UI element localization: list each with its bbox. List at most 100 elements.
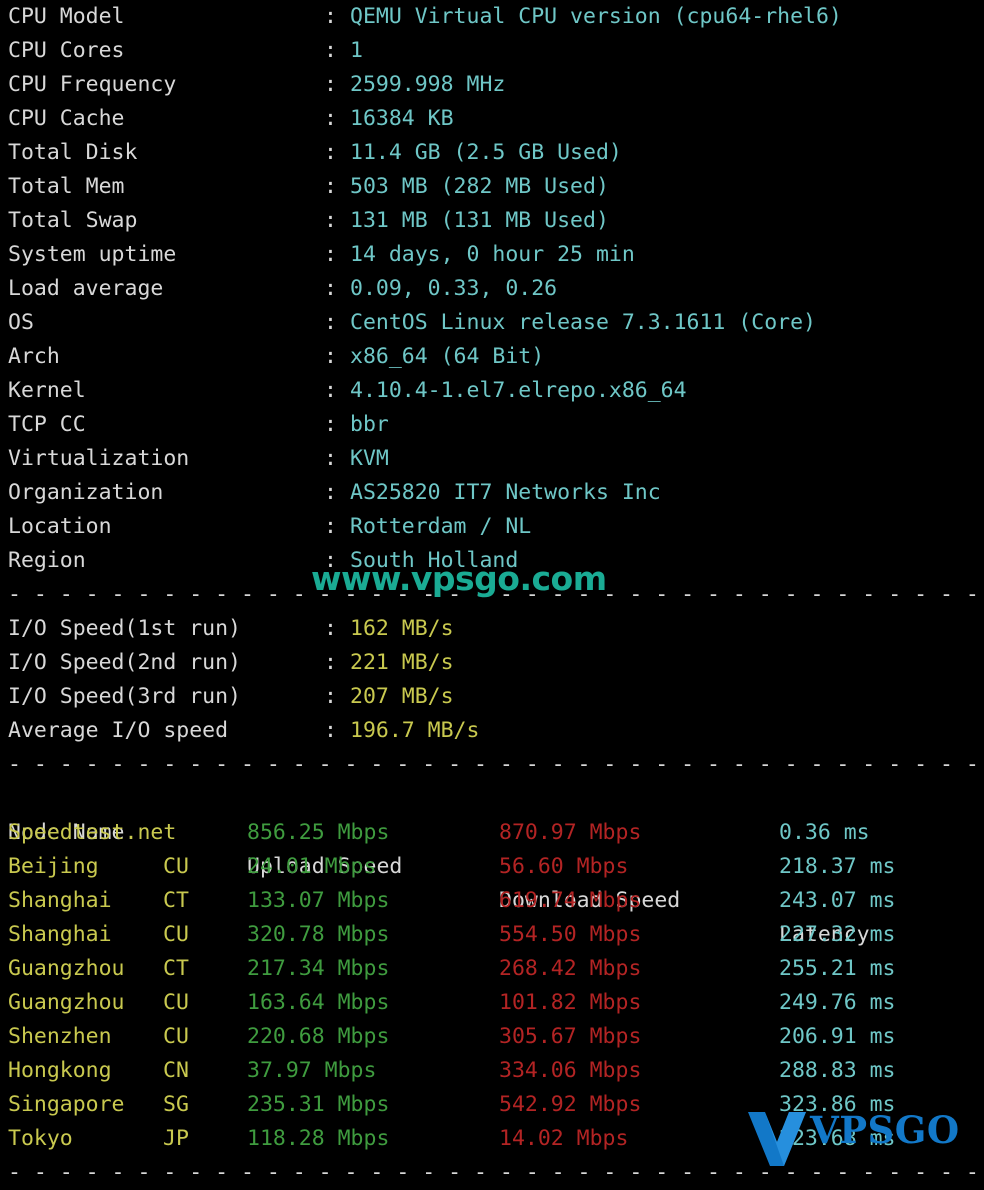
speedtest-isp-code: SG — [163, 1092, 189, 1117]
speedtest-node-name: Shanghai — [8, 888, 112, 913]
speedtest-latency: 223.68 ms — [779, 1126, 896, 1151]
speedtest-node-name: Shanghai — [8, 922, 112, 947]
speedtest-isp-code: CU — [163, 922, 189, 947]
speedtest-header-row: Node Name Upload Speed Download Speed La… — [0, 782, 984, 947]
io-speed-value: 221 MB/s — [350, 650, 454, 675]
info-label: Total Swap — [8, 208, 138, 233]
io-speed-label: I/O Speed(2nd run) — [8, 650, 241, 675]
io-speed-row: I/O Speed(1st run):162 MB/s — [0, 612, 984, 646]
info-colon: : — [324, 4, 337, 29]
info-label: Organization — [8, 480, 164, 505]
speedtest-isp-code: CU — [163, 990, 189, 1015]
speedtest-row: Singapore SG 235.31 Mbps 542.92 Mbps 323.86 … — [0, 1088, 984, 1122]
speedtest-latency: 288.83 ms — [779, 1058, 896, 1083]
speedtest-row: Tokyo JP 118.28 Mbps 14.02 Mbps 223.68 ms — [0, 1122, 984, 1156]
info-value: 11.4 GB (2.5 GB Used) — [350, 140, 622, 165]
info-label: OS — [8, 310, 34, 335]
info-row: Kernel:4.10.4-1.el7.elrepo.x86_64 — [0, 374, 984, 408]
speedtest-upload-speed: 235.31 Mbps — [247, 1092, 390, 1117]
speedtest-latency: 249.76 ms — [779, 990, 896, 1015]
info-colon: : — [324, 548, 337, 573]
info-colon: : — [324, 276, 337, 301]
info-colon: : — [324, 480, 337, 505]
speedtest-latency: 218.37 ms — [779, 854, 896, 879]
speedtest-row: Shanghai CT 133.07 Mbps 619.74 Mbps 243.07 m… — [0, 884, 984, 918]
info-colon: : — [324, 174, 337, 199]
info-value: 503 MB (282 MB Used) — [350, 174, 609, 199]
speedtest-row: Beijing CU 24.01 Mbps 56.60 Mbps 218.37 ms — [0, 850, 984, 884]
speedtest-row: Shenzhen CU 220.68 Mbps 305.67 Mbps 206.91 m… — [0, 1020, 984, 1054]
info-row: System uptime:14 days, 0 hour 25 min — [0, 238, 984, 272]
io-speed-colon: : — [324, 616, 337, 641]
speedtest-upload-speed: 856.25 Mbps — [247, 820, 390, 845]
info-colon: : — [324, 38, 337, 63]
info-value: CentOS Linux release 7.3.1611 (Core) — [350, 310, 816, 335]
info-row: CPU Cores:1 — [0, 34, 984, 68]
speedtest-node-name: Hongkong — [8, 1058, 112, 1083]
speedtest-node-name: Guangzhou — [8, 956, 125, 981]
info-value: South Holland — [350, 548, 519, 573]
info-row: Virtualization: KVM — [0, 442, 984, 476]
system-info-block: CPU Model: QEMU Virtual CPU version (cpu6… — [0, 0, 984, 578]
io-speed-label: I/O Speed(1st run) — [8, 616, 241, 641]
speedtest-download-speed: 56.60 Mbps — [499, 854, 629, 879]
speedtest-isp-code: CN — [163, 1058, 189, 1083]
info-row: Location: Rotterdam / NL — [0, 510, 984, 544]
info-colon: : — [324, 208, 337, 233]
info-value: 16384 KB — [350, 106, 454, 131]
info-row: Load average:0.09, 0.33, 0.26 — [0, 272, 984, 306]
speedtest-node-name: Singapore — [8, 1092, 125, 1117]
speedtest-isp-code: CT — [163, 956, 189, 981]
speedtest-latency: 323.86 ms — [779, 1092, 896, 1117]
info-row: Total Disk:11.4 GB (2.5 GB Used) — [0, 136, 984, 170]
speedtest-node-name: Guangzhou — [8, 990, 125, 1015]
speedtest-latency: 206.91 ms — [779, 1024, 896, 1049]
speedtest-row: Speedtest.net 856.25 Mbps 870.97 Mbps 0.36 … — [0, 816, 984, 850]
terminal-window: CPU Model: QEMU Virtual CPU version (cpu6… — [0, 0, 984, 1185]
info-row: TCP CC: bbr — [0, 408, 984, 442]
separator-line-2: - - - - - - - - - - - - - - - - - - - - … — [8, 752, 979, 777]
info-row: OS: CentOS Linux release 7.3.1611 (Core) — [0, 306, 984, 340]
info-row: Organization: AS25820 IT7 Networks Inc — [0, 476, 984, 510]
info-colon: : — [324, 412, 337, 437]
speedtest-upload-speed: 118.28 Mbps — [247, 1126, 390, 1151]
info-colon: : — [324, 242, 337, 267]
io-speed-value: 162 MB/s — [350, 616, 454, 641]
info-colon: : — [324, 344, 337, 369]
info-row: Total Swap:131 MB (131 MB Used) — [0, 204, 984, 238]
io-speed-row: Average I/O speed:196.7 MB/s — [0, 714, 984, 748]
info-label: Virtualization — [8, 446, 190, 471]
info-colon: : — [324, 72, 337, 97]
info-label: Location — [8, 514, 112, 539]
speedtest-table: Node Name Upload Speed Download Speed La… — [0, 782, 984, 1156]
info-value: QEMU Virtual CPU version (cpu64-rhel6) — [350, 4, 842, 29]
speedtest-latency: 227.32 ms — [779, 922, 896, 947]
info-value: 14 days, 0 hour 25 min — [350, 242, 635, 267]
speedtest-upload-speed: 320.78 Mbps — [247, 922, 390, 947]
separator-line-1: - - - - - - - - - - - - - - - - - - - - … — [8, 582, 979, 607]
io-speed-row: I/O Speed(2nd run):221 MB/s — [0, 646, 984, 680]
info-value: 1 — [350, 38, 363, 63]
info-label: Load average — [8, 276, 164, 301]
speedtest-upload-speed: 217.34 Mbps — [247, 956, 390, 981]
speedtest-upload-speed: 220.68 Mbps — [247, 1024, 390, 1049]
speedtest-download-speed: 14.02 Mbps — [499, 1126, 629, 1151]
speedtest-isp-code: CU — [163, 854, 189, 879]
speedtest-download-speed: 334.06 Mbps — [499, 1058, 642, 1083]
speedtest-upload-speed: 163.64 Mbps — [247, 990, 390, 1015]
io-speed-colon: : — [324, 650, 337, 675]
info-row: CPU Frequency:2599.998 MHz — [0, 68, 984, 102]
speedtest-download-speed: 268.42 Mbps — [499, 956, 642, 981]
info-label: Kernel — [8, 378, 86, 403]
speedtest-isp-code: CU — [163, 1024, 189, 1049]
info-value: x86_64 (64 Bit) — [350, 344, 545, 369]
info-row: CPU Model: QEMU Virtual CPU version (cpu6… — [0, 0, 984, 34]
io-speed-label: I/O Speed(3rd run) — [8, 684, 241, 709]
speedtest-upload-speed: 24.01 Mbps — [247, 854, 377, 879]
info-value: 131 MB (131 MB Used) — [350, 208, 609, 233]
io-speed-block: I/O Speed(1st run):162 MB/s I/O Speed(2nd… — [0, 612, 984, 748]
info-colon: : — [324, 106, 337, 131]
speedtest-row: Hongkong CN 37.97 Mbps 334.06 Mbps 288.83 ms — [0, 1054, 984, 1088]
info-label: CPU Cores — [8, 38, 125, 63]
io-speed-label: Average I/O speed — [8, 718, 229, 743]
